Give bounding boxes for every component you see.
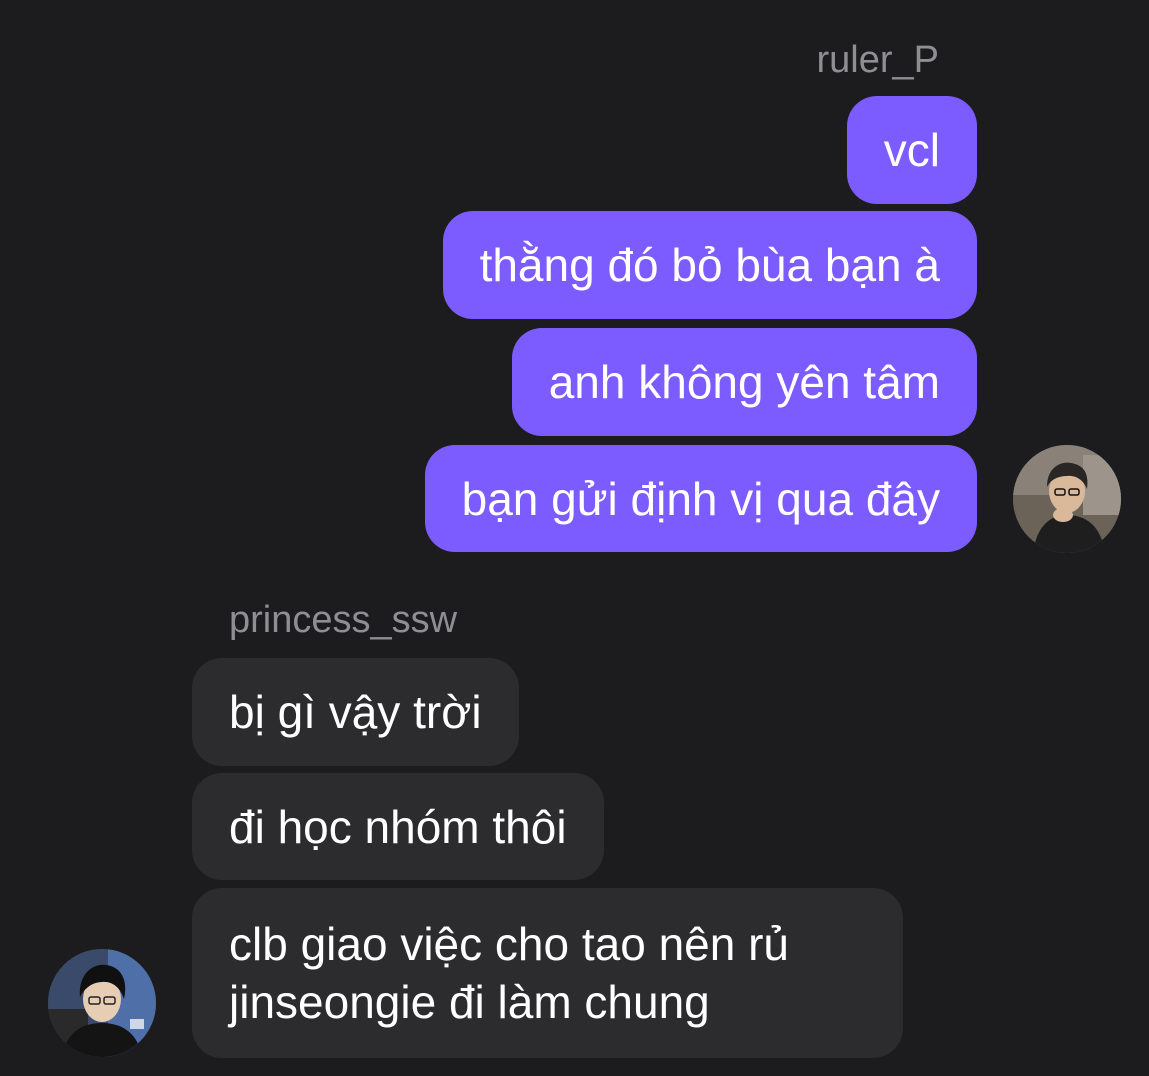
message-text: clb giao việc cho tao nên rủ jinseongie … (229, 918, 790, 1028)
message-text: đi học nhóm thôi (229, 800, 567, 853)
sender-avatar[interactable] (48, 949, 156, 1057)
sender-username: princess_ssw (229, 599, 458, 641)
message-text: thằng đó bỏ bùa bạn à (479, 239, 940, 291)
message-bubble-incoming[interactable]: đi học nhóm thôi (192, 773, 604, 880)
message-bubble-outgoing[interactable]: bạn gửi định vị qua đây (424, 445, 977, 552)
avatar-photo (1013, 445, 1121, 553)
message-bubble-incoming[interactable]: bị gì vậy trời (192, 658, 519, 766)
message-bubble-outgoing[interactable]: vcl (846, 96, 977, 204)
message-bubble-outgoing[interactable]: thằng đó bỏ bùa bạn à (442, 211, 977, 319)
message-text: bị gì vậy trời (229, 686, 482, 738)
message-text: vcl (883, 124, 940, 176)
sender-avatar[interactable] (1013, 445, 1121, 553)
message-text: bạn gửi định vị qua đây (461, 472, 940, 525)
message-bubble-outgoing[interactable]: anh không yên tâm (511, 328, 977, 436)
message-text: anh không yên tâm (548, 356, 940, 408)
message-bubble-incoming[interactable]: clb giao việc cho tao nên rủ jinseongie … (192, 888, 903, 1058)
sender-username: ruler_P (816, 39, 940, 81)
avatar-photo (48, 949, 156, 1057)
